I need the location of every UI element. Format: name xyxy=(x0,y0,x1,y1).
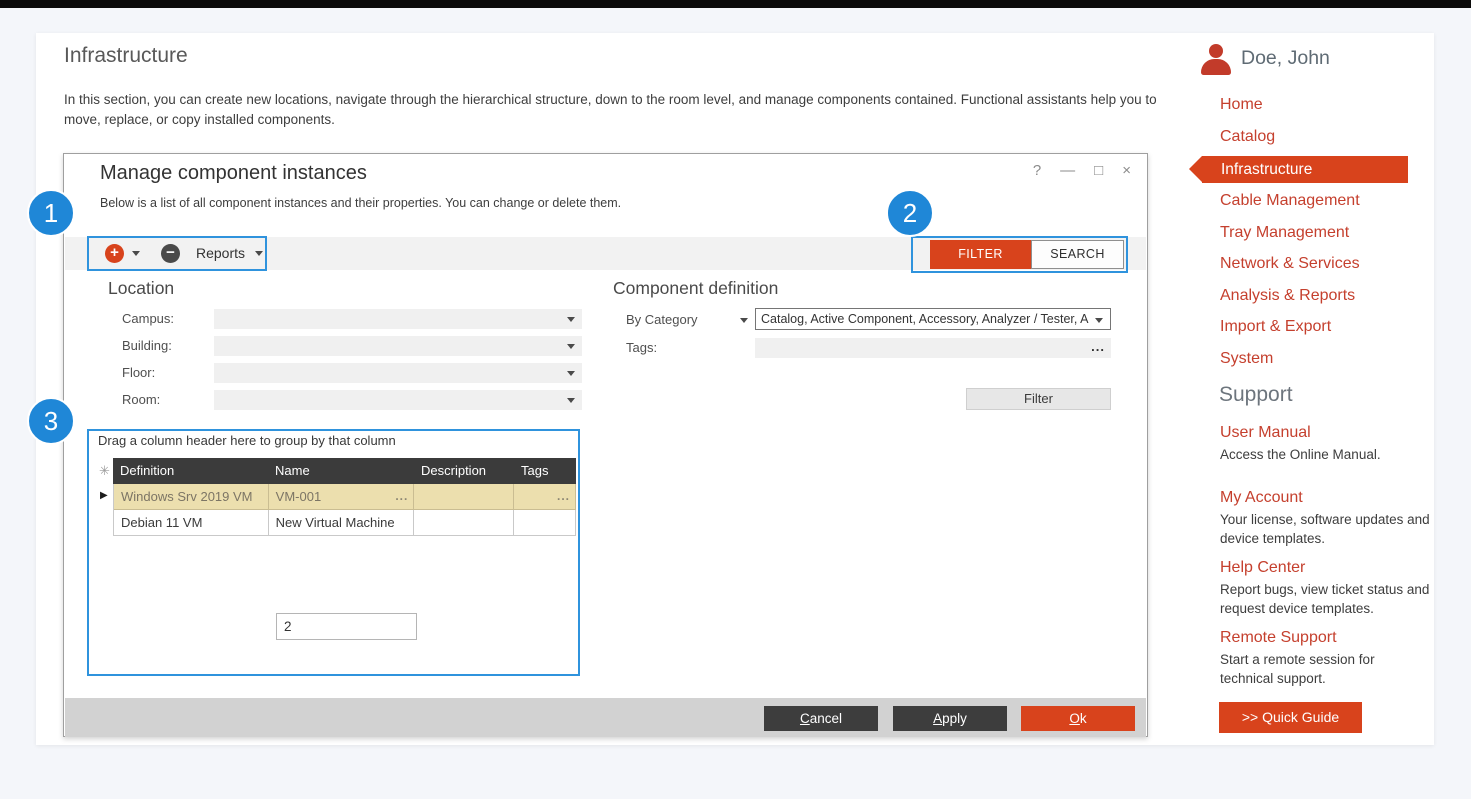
location-section-heading: Location xyxy=(108,278,174,299)
grid-indicator-icon: ✳ xyxy=(99,463,110,479)
app-screen: Infrastructure In this section, you can … xyxy=(0,0,1471,799)
close-icon[interactable]: × xyxy=(1122,162,1131,179)
chevron-down-icon xyxy=(1095,318,1103,323)
callout-badge-2: 2 xyxy=(886,189,934,237)
column-header-definition[interactable]: Definition xyxy=(113,458,268,484)
help-icon[interactable]: ? xyxy=(1033,162,1041,179)
remote-support-description: Start a remote session for technical sup… xyxy=(1220,650,1420,688)
sidebar-item-import-export[interactable]: Import & Export xyxy=(1220,318,1331,336)
floor-dropdown[interactable] xyxy=(214,363,582,383)
help-center-link[interactable]: Help Center xyxy=(1220,559,1305,577)
support-heading: Support xyxy=(1219,383,1293,407)
dialog-footer: Cancel Apply Ok xyxy=(65,698,1146,737)
dialog-subtitle: Below is a list of all component instanc… xyxy=(100,196,621,210)
column-header-description[interactable]: Description xyxy=(414,458,514,484)
column-header-tags[interactable]: Tags xyxy=(514,458,576,484)
ellipsis-icon[interactable]: ... xyxy=(395,484,408,509)
my-account-description: Your license, software updates and devic… xyxy=(1220,510,1446,548)
cancel-button[interactable]: Cancel xyxy=(764,706,878,731)
campus-dropdown[interactable] xyxy=(214,309,582,329)
add-icon[interactable]: + xyxy=(105,244,124,263)
user-name: Doe, John xyxy=(1241,47,1330,70)
sidebar-item-tray-management[interactable]: Tray Management xyxy=(1220,224,1349,242)
reports-dropdown[interactable]: Reports xyxy=(196,237,245,270)
sidebar-item-system[interactable]: System xyxy=(1220,350,1273,368)
apply-button[interactable]: Apply xyxy=(893,706,1007,731)
component-definition-heading: Component definition xyxy=(613,278,778,299)
column-header-name[interactable]: Name xyxy=(268,458,414,484)
campus-label: Campus: xyxy=(122,309,174,329)
reports-caret-icon xyxy=(255,251,263,256)
sidebar-item-analysis-reports[interactable]: Analysis & Reports xyxy=(1220,287,1355,305)
by-category-caret-icon[interactable] xyxy=(740,318,748,323)
chevron-down-icon xyxy=(567,371,575,376)
tab-search[interactable]: SEARCH xyxy=(1031,240,1124,269)
ellipsis-icon[interactable]: ... xyxy=(1091,338,1105,356)
ok-button[interactable]: Ok xyxy=(1021,706,1135,731)
chevron-down-icon xyxy=(567,398,575,403)
sidebar-item-catalog[interactable]: Catalog xyxy=(1220,128,1275,146)
user-manual-description: Access the Online Manual. xyxy=(1220,445,1446,464)
tab-filter[interactable]: FILTER xyxy=(930,240,1031,269)
table-row[interactable]: Debian 11 VM New Virtual Machine xyxy=(113,510,576,536)
user-avatar-icon xyxy=(1199,44,1233,76)
remove-icon[interactable]: − xyxy=(161,244,180,263)
ellipsis-icon[interactable]: ... xyxy=(557,484,570,509)
room-dropdown[interactable] xyxy=(214,390,582,410)
chevron-down-icon xyxy=(567,344,575,349)
room-label: Room: xyxy=(122,390,160,410)
sidebar-item-infrastructure[interactable]: Infrastructure xyxy=(1202,156,1408,183)
selected-row-marker-icon: ▶ xyxy=(100,490,108,501)
instances-grid: Definition Name Description Tags Windows… xyxy=(113,458,576,536)
floor-label: Floor: xyxy=(122,363,155,383)
manage-component-instances-dialog: Manage component instances ? — □ × Below… xyxy=(63,153,1148,737)
filter-button[interactable]: Filter xyxy=(966,388,1111,410)
table-row[interactable]: Windows Srv 2019 VM VM-001... ... xyxy=(113,484,576,510)
minimize-icon[interactable]: — xyxy=(1060,162,1075,179)
sidebar-item-network-services[interactable]: Network & Services xyxy=(1220,255,1360,273)
category-combobox[interactable]: Catalog, Active Component, Accessory, An… xyxy=(755,308,1111,330)
my-account-link[interactable]: My Account xyxy=(1220,489,1303,507)
sidebar-item-home[interactable]: Home xyxy=(1220,96,1263,114)
chevron-down-icon xyxy=(567,317,575,322)
page-description: In this section, you can create new loca… xyxy=(64,90,1186,130)
tags-label: Tags: xyxy=(626,338,657,358)
group-by-hint[interactable]: Drag a column header here to group by th… xyxy=(98,433,396,448)
add-dropdown-caret-icon[interactable] xyxy=(132,251,140,256)
help-center-description: Report bugs, view ticket status and requ… xyxy=(1220,580,1446,618)
tags-field[interactable]: ... xyxy=(755,338,1111,358)
quick-guide-button[interactable]: >> Quick Guide xyxy=(1219,702,1362,733)
dialog-window-controls: ? — □ × xyxy=(1033,162,1131,179)
grid-header-row: Definition Name Description Tags xyxy=(113,458,576,484)
maximize-icon[interactable]: □ xyxy=(1094,162,1103,179)
dialog-title: Manage component instances xyxy=(100,162,367,185)
callout-badge-3: 3 xyxy=(27,397,75,445)
building-dropdown[interactable] xyxy=(214,336,582,356)
top-black-bar xyxy=(0,0,1471,8)
by-category-selector[interactable]: By Category xyxy=(626,310,698,330)
sidebar-item-cable-management[interactable]: Cable Management xyxy=(1220,192,1360,210)
building-label: Building: xyxy=(122,336,172,356)
page-title: Infrastructure xyxy=(64,44,188,68)
record-count-box: 2 xyxy=(276,613,417,640)
user-manual-link[interactable]: User Manual xyxy=(1220,424,1311,442)
remote-support-link[interactable]: Remote Support xyxy=(1220,629,1337,647)
callout-badge-1: 1 xyxy=(27,189,75,237)
